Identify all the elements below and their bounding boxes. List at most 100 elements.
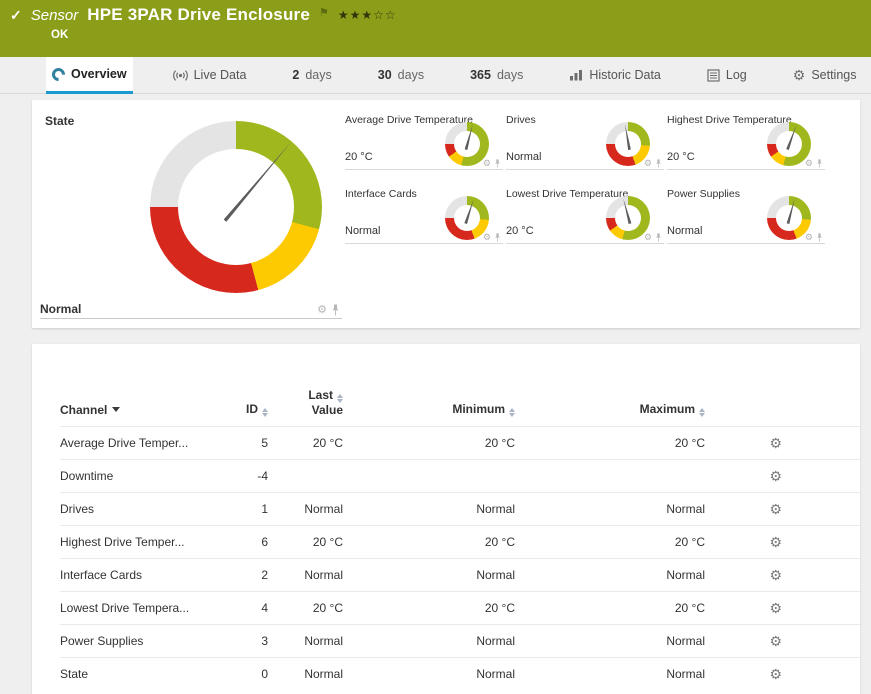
pin-icon[interactable] [816,233,823,242]
tab-label: Settings [811,68,856,82]
state-gauge-value: Normal [40,302,81,316]
tab-label: Live Data [194,68,247,82]
table-row[interactable]: Drives 1 Normal Normal Normal ⚙ [60,492,860,525]
channel-maximum: 20 °C [515,436,705,450]
table-row[interactable]: Highest Drive Temper... 6 20 °C 20 °C 20… [60,525,860,558]
mini-gauge-cell: Drives Normal ⚙ [506,112,664,170]
gear-icon[interactable]: ⚙ [805,233,813,242]
channel-minimum: 20 °C [343,436,515,450]
table-row[interactable]: Downtime -4 ⚙ [60,459,860,492]
channel-name: Power Supplies [60,634,210,648]
tab-365-days[interactable]: 365 days [464,57,529,93]
mini-gauge-grid: Average Drive Temperature 20 °C ⚙ Drives… [345,112,825,244]
state-gauge [150,121,322,293]
status-check-icon: ✓ [10,7,22,24]
column-header-last-value[interactable]: Last Value [268,388,343,417]
channel-maximum: Normal [515,634,705,648]
pin-icon[interactable] [494,159,501,168]
channel-last-value: Normal [268,568,343,582]
mini-gauge-cell: Power Supplies Normal ⚙ [667,186,825,244]
table-row[interactable]: Average Drive Temper... 5 20 °C 20 °C 20… [60,426,860,459]
mini-gauge-value: 20 °C [667,151,695,163]
tab-number: 30 [378,68,392,82]
column-header-maximum[interactable]: Maximum [515,402,705,417]
channel-table-panel: Channel ID Last Value Minimum Maximum Av… [32,344,860,694]
mini-gauge-label: Lowest Drive Temperature [506,186,664,200]
mini-gauge-value: Normal [667,225,702,237]
channel-id: 5 [210,436,268,450]
channel-settings-icon[interactable]: ⚙ [769,502,782,516]
mini-gauge-cell: Interface Cards Normal ⚙ [345,186,503,244]
mini-gauge-label: Drives [506,112,664,126]
mini-gauge-value: 20 °C [506,225,534,237]
channel-settings-icon[interactable]: ⚙ [769,535,782,549]
priority-stars[interactable]: ★★★☆☆ [338,8,397,22]
channel-settings-icon[interactable]: ⚙ [769,601,782,615]
tab-label: days [305,68,331,82]
tab-label: Historic Data [589,68,661,82]
table-row[interactable]: Lowest Drive Tempera... 4 20 °C 20 °C 20… [60,591,860,624]
gear-icon[interactable]: ⚙ [483,233,491,242]
channel-name: Highest Drive Temper... [60,535,210,549]
pin-icon[interactable] [655,159,662,168]
tab-settings[interactable]: ⚙ Settings [787,57,863,93]
mini-gauge-label: Power Supplies [667,186,825,200]
state-panel-title: State [45,114,74,128]
tab-number: 2 [292,68,299,82]
mini-gauge-label: Highest Drive Temperature [667,112,825,126]
channel-settings-icon[interactable]: ⚙ [769,568,782,582]
column-header-minimum[interactable]: Minimum [343,402,515,417]
tab-live-data[interactable]: Live Data [167,57,253,93]
tab-2-days[interactable]: 2 days [286,57,337,93]
gear-icon[interactable]: ⚙ [644,233,652,242]
channel-id: 1 [210,502,268,516]
channel-minimum: Normal [343,502,515,516]
channel-maximum: Normal [515,568,705,582]
flag-icon[interactable]: ⚑ [319,6,329,19]
mini-gauge-value: Normal [506,151,541,163]
tab-log[interactable]: Log [701,57,753,93]
tab-historic-data[interactable]: Historic Data [563,57,667,93]
log-icon [707,69,720,82]
column-header-channel[interactable]: Channel [60,403,210,417]
tab-30-days[interactable]: 30 days [372,57,430,93]
table-row[interactable]: Interface Cards 2 Normal Normal Normal ⚙ [60,558,860,591]
channel-settings-icon[interactable]: ⚙ [769,634,782,648]
bar-chart-icon [569,69,583,81]
channel-maximum: 20 °C [515,535,705,549]
channel-last-value: 20 °C [268,436,343,450]
gear-icon[interactable]: ⚙ [483,159,491,168]
table-row[interactable]: State 0 Normal Normal Normal ⚙ [60,657,860,690]
sort-descending-icon [112,407,120,412]
channel-name: State [60,667,210,681]
state-panel: State Normal ⚙ Average Drive Temperature… [32,100,860,328]
mini-gauge-value: 20 °C [345,151,373,163]
channel-maximum: 20 °C [515,601,705,615]
gear-icon[interactable]: ⚙ [805,159,813,168]
channel-settings-icon[interactable]: ⚙ [769,436,782,450]
column-header-id[interactable]: ID [210,402,268,417]
channel-maximum: Normal [515,502,705,516]
channel-settings-icon[interactable]: ⚙ [769,469,782,483]
pin-icon[interactable] [655,233,662,242]
table-row[interactable]: Power Supplies 3 Normal Normal Normal ⚙ [60,624,860,657]
gear-icon[interactable]: ⚙ [644,159,652,168]
tab-overview[interactable]: Overview [46,57,133,94]
sensor-header: ✓ Sensor HPE 3PAR Drive Enclosure ⚑ ★★★☆… [0,0,871,57]
mini-gauge-cell: Highest Drive Temperature 20 °C ⚙ [667,112,825,170]
channel-minimum: 20 °C [343,535,515,549]
channel-minimum: 20 °C [343,601,515,615]
channel-last-value: 20 °C [268,601,343,615]
gear-icon[interactable]: ⚙ [317,305,327,316]
tab-bar: Overview Live Data 2 days 30 days 365 da… [0,57,871,94]
tab-label: Overview [71,67,127,81]
channel-last-value: Normal [268,634,343,648]
pin-icon[interactable] [494,233,501,242]
channel-settings-icon[interactable]: ⚙ [769,667,782,681]
mini-gauge-cell: Average Drive Temperature 20 °C ⚙ [345,112,503,170]
channel-minimum: Normal [343,568,515,582]
broadcast-icon [173,69,188,82]
tab-label: days [497,68,523,82]
pin-icon[interactable] [331,304,340,316]
pin-icon[interactable] [816,159,823,168]
